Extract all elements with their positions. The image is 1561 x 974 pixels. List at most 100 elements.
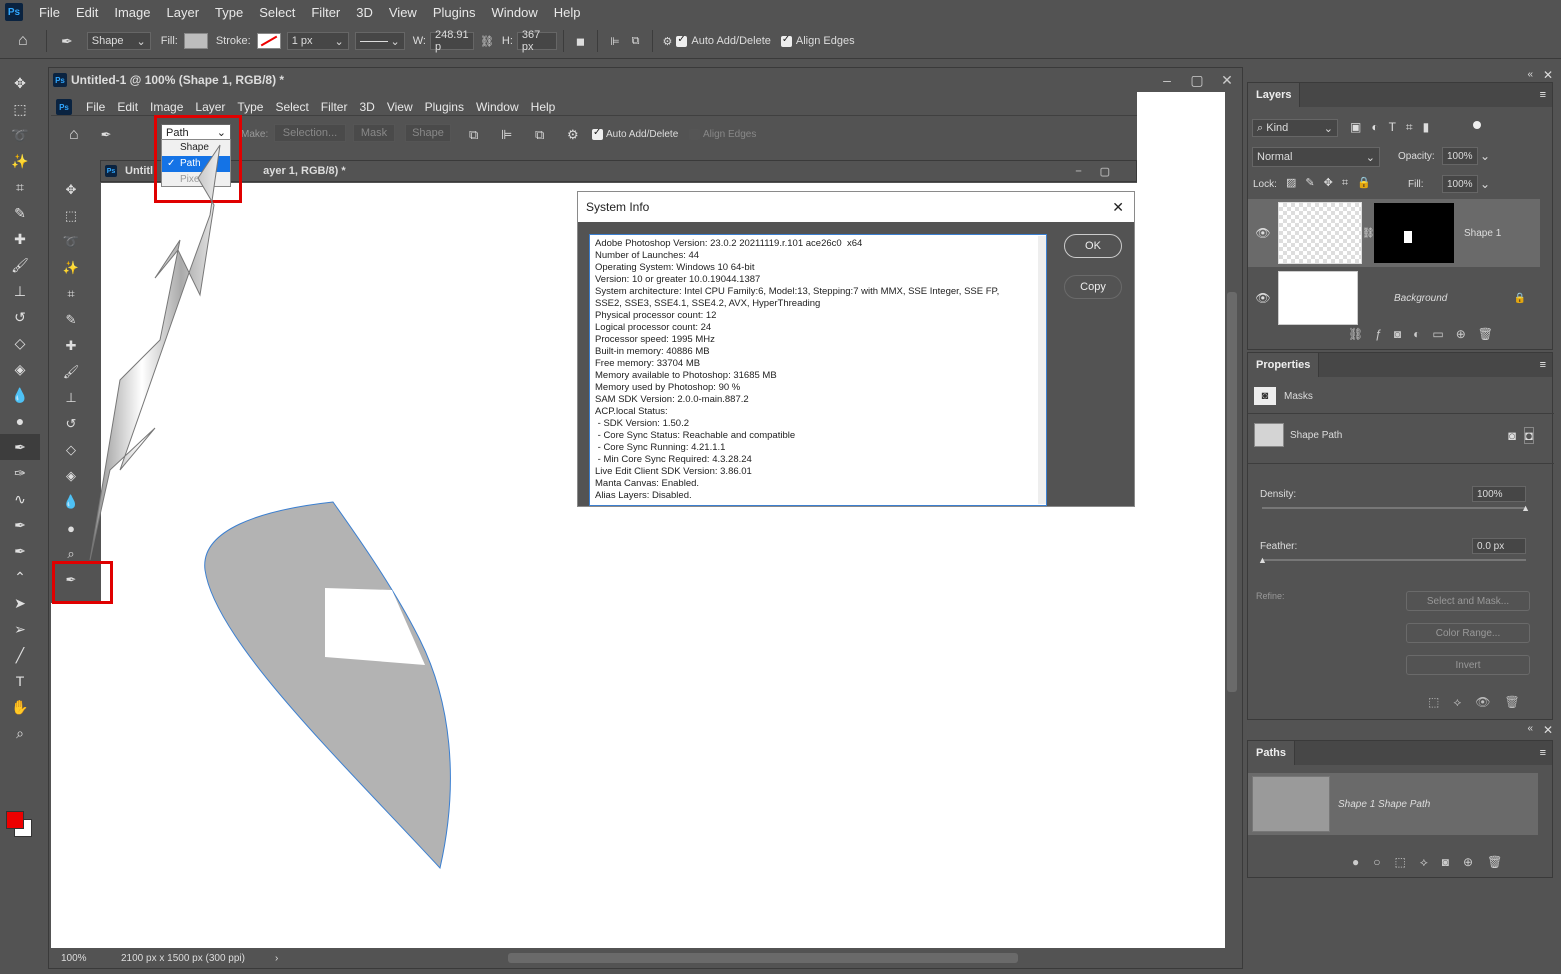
sysinfo-line: SSE2, SSE3, SSE4.1, SSE4.2, AVX, HyperTh… xyxy=(595,298,821,309)
sysinfo-line: SAM SDK Version: 2.0.0-main.887.2 xyxy=(595,394,749,405)
tab-paths[interactable]: Paths xyxy=(1248,741,1295,765)
fill-value: 100% xyxy=(1447,178,1473,190)
sysinfo-line: Alias Layers: Disabled. xyxy=(595,490,692,501)
dialog-close-icon[interactable]: ✕ xyxy=(1112,199,1124,216)
shape-path xyxy=(204,501,451,870)
shape-path-label: Shape Path xyxy=(1290,429,1343,441)
masks-row: ◙ Masks xyxy=(1254,387,1313,405)
sysinfo-text[interactable]: Adobe Photoshop Version: 23.0.2 20211119… xyxy=(589,234,1047,506)
tab-properties[interactable]: Properties xyxy=(1248,353,1320,377)
fill-field[interactable]: 100% xyxy=(1442,175,1478,193)
layer-name-background: Background xyxy=(1394,292,1448,304)
arrow-annotation xyxy=(89,144,221,561)
panel-menu-icon[interactable]: ≡ xyxy=(1540,747,1546,759)
panel-close-icon[interactable]: ✕ xyxy=(1543,68,1553,82)
invert-button[interactable]: Invert xyxy=(1406,655,1530,675)
path-name: Shape 1 Shape Path xyxy=(1338,798,1431,810)
panel-menu-icon[interactable]: ≡ xyxy=(1540,89,1546,101)
paths-panel: Paths ≡ Shape 1 Shape Path ●○⬚⟡◙⊕🗑 xyxy=(1247,740,1553,878)
sysinfo-line: Physical processor count: 12 xyxy=(595,310,717,321)
link-mask-icon: ⛓ xyxy=(1362,227,1375,239)
tab-layers[interactable]: Layers xyxy=(1248,83,1301,107)
opacity-value: 100% xyxy=(1447,150,1473,162)
sysinfo-line: Number of Launches: 44 xyxy=(595,250,700,261)
add-vector-mask-icon[interactable]: ◘ xyxy=(1524,426,1534,444)
sysinfo-line: Processor speed: 1995 MHz xyxy=(595,334,715,345)
panel-close-icon[interactable]: ✕ xyxy=(1543,723,1553,737)
sysinfo-line: Memory used by Photoshop: 90 % xyxy=(595,382,741,393)
panel-menu-icon[interactable]: ≡ xyxy=(1540,359,1546,371)
lock-label: Lock: xyxy=(1253,179,1277,190)
fill-label-layers: Fill: xyxy=(1408,179,1424,190)
path-row[interactable]: Shape 1 Shape Path xyxy=(1248,773,1538,835)
sysinfo-line: - Min Core Sync Required: 4.3.28.24 xyxy=(595,454,752,465)
shape-path-thumbnail xyxy=(1254,423,1284,447)
sysinfo-line: - Core Sync Running: 4.21.1.1 xyxy=(595,442,726,453)
layer-name-shape1: Shape 1 xyxy=(1464,227,1502,239)
lock-icons[interactable]: ▨✎✥⌗🔒 xyxy=(1286,176,1380,190)
sysinfo-line: Logical processor count: 24 xyxy=(595,322,712,333)
copy-button[interactable]: Copy xyxy=(1064,275,1122,299)
refine-label: Refine: xyxy=(1256,591,1285,601)
collapse-icon[interactable]: « xyxy=(1527,723,1533,734)
background-thumbnail xyxy=(1278,271,1358,325)
dialog-title: System Info xyxy=(586,200,650,214)
select-and-mask-button[interactable]: Select and Mask... xyxy=(1406,591,1530,611)
sysinfo-scrollbar[interactable] xyxy=(1038,236,1046,504)
fill-arrow-icon[interactable]: ⌄ xyxy=(1480,177,1490,191)
opacity-field[interactable]: 100% xyxy=(1442,147,1478,165)
sysinfo-line: Operating System: Windows 10 64-bit xyxy=(595,262,755,273)
feather-label: Feather: xyxy=(1260,541,1298,552)
sysinfo-line: Manta Canvas: Enabled. xyxy=(595,478,700,489)
ok-button[interactable]: OK xyxy=(1064,234,1122,258)
search-icon: ⌕ xyxy=(1257,121,1264,134)
eye-icon[interactable]: 👁 xyxy=(1248,226,1278,240)
paths-dock-header: «✕ xyxy=(1246,723,1561,739)
layer-row[interactable]: 👁 ⛓ Shape 1 xyxy=(1248,199,1540,267)
color-range-button[interactable]: Color Range... xyxy=(1406,623,1530,643)
properties-panel: Properties ≡ ◙ Masks Shape Path ◙ ◘ Density:… xyxy=(1247,352,1554,720)
sysinfo-line: Built-in memory: 40886 MB xyxy=(595,346,710,357)
density-label: Density: xyxy=(1260,489,1297,500)
sysinfo-line: Memory available to Photoshop: 31685 MB xyxy=(595,370,777,381)
filter-toggle-icon[interactable] xyxy=(1473,121,1481,129)
add-pixel-mask-icon[interactable]: ◙ xyxy=(1508,428,1516,443)
paths-footer-icons[interactable]: ●○⬚⟡◙⊕🗑 xyxy=(1352,855,1516,870)
sysinfo-line: Adobe Photoshop Version: 23.0.2 20211119… xyxy=(595,238,863,249)
layer-filter-select[interactable]: ⌕ Kind ⌄ xyxy=(1252,119,1338,137)
opacity-label: Opacity: xyxy=(1398,151,1435,162)
sysinfo-line: - SDK Version: 1.50.2 xyxy=(595,418,689,429)
layer-thumbnail xyxy=(1278,202,1362,264)
layers-panel: Layers ≡ ⌕ Kind ⌄ ▣◐T⌗▮ Normal ⌄ Opacity: 1… xyxy=(1247,82,1553,350)
masks-label: Masks xyxy=(1284,390,1313,402)
system-info-dialog: System Info ✕ Adobe Photoshop Version: 2… xyxy=(577,191,1135,507)
layer-filter-value: Kind xyxy=(1266,121,1289,134)
collapse-icon[interactable]: « xyxy=(1527,69,1533,80)
density-slider[interactable]: ▲ xyxy=(1262,503,1530,513)
layer-filter-icons[interactable]: ▣◐T⌗▮ xyxy=(1350,120,1439,135)
blend-mode-select[interactable]: Normal ⌄ xyxy=(1252,147,1380,167)
layer-row[interactable]: 👁 Background 🔒 xyxy=(1248,267,1540,329)
sysinfo-line: System architecture: Intel CPU Family:6,… xyxy=(595,286,1000,297)
sysinfo-line: Free memory: 33704 MB xyxy=(595,358,701,369)
density-field[interactable]: 100% xyxy=(1472,486,1526,502)
sysinfo-line: Live Edit Client SDK Version: 3.86.01 xyxy=(595,466,752,477)
blend-mode-value: Normal xyxy=(1257,151,1293,163)
layer-footer-icons[interactable]: ⛓ƒ◙◐▭⊕🗑 xyxy=(1348,327,1505,341)
feather-slider[interactable]: ▲ xyxy=(1258,555,1526,565)
sysinfo-line: - Core Sync Status: Reachable and compat… xyxy=(595,430,796,441)
lock-icon: 🔒 xyxy=(1513,292,1526,304)
layer-mask-thumbnail xyxy=(1374,203,1454,263)
sysinfo-line: ACP.local Status: xyxy=(595,406,668,417)
sysinfo-line: Version: 10 or greater 10.0.19044.1387 xyxy=(595,274,761,285)
eye-icon[interactable]: 👁 xyxy=(1248,291,1278,305)
feather-field[interactable]: 0.0 px xyxy=(1472,538,1526,554)
properties-footer-icons[interactable]: ⬚⟡👁🗑 xyxy=(1428,695,1534,710)
density-thumb[interactable]: ▲ xyxy=(1521,503,1530,513)
density-value: 100% xyxy=(1477,488,1503,500)
shape-path-row: Shape Path ◙ ◘ xyxy=(1254,423,1534,447)
path-thumbnail xyxy=(1252,776,1330,832)
opacity-arrow-icon[interactable]: ⌄ xyxy=(1480,149,1490,163)
feather-thumb[interactable]: ▲ xyxy=(1258,555,1267,565)
mask-icon: ◙ xyxy=(1254,387,1276,405)
